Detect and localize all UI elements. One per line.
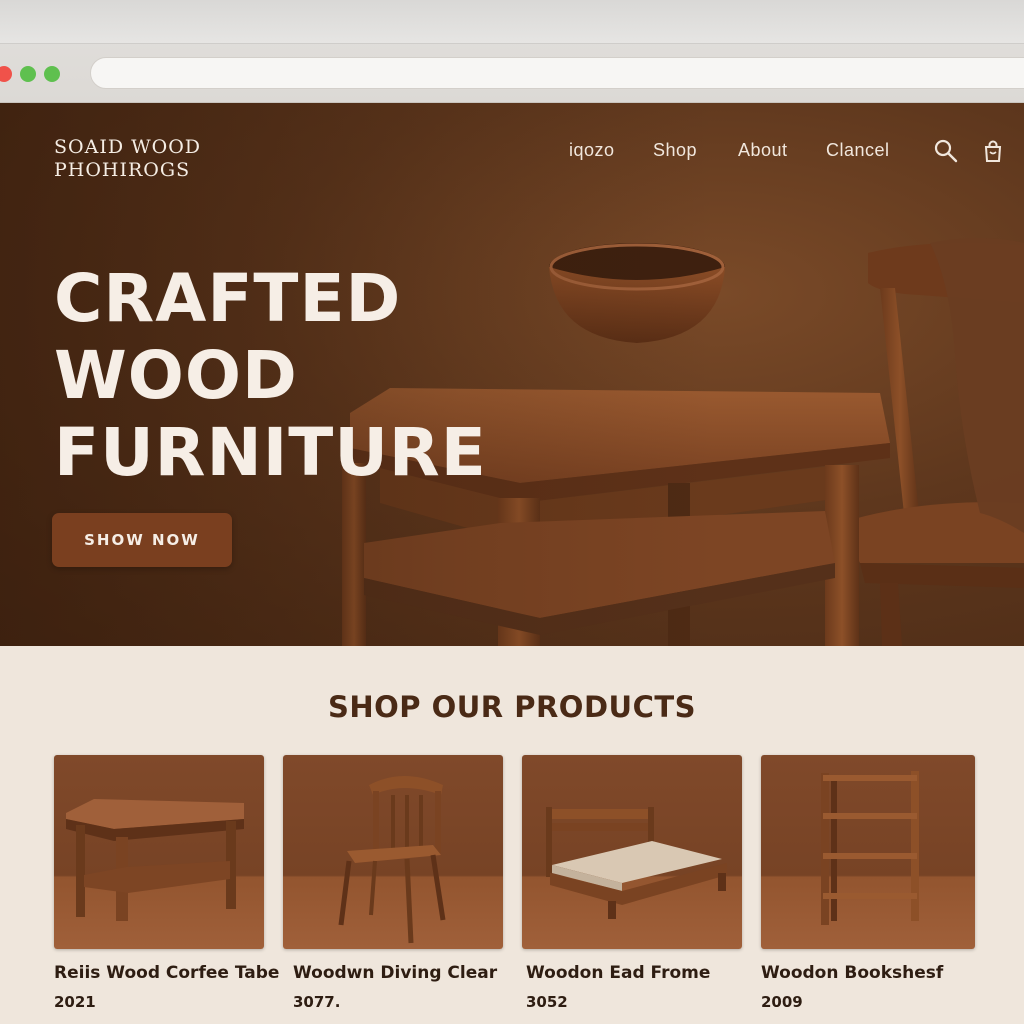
- bookshelf-image: [821, 771, 919, 925]
- nav-link-4[interactable]: Clancel: [826, 140, 890, 161]
- brand-line-1: SOAID WOOD: [54, 136, 202, 158]
- product-name-2[interactable]: Woodwn Diving Clear: [293, 963, 497, 983]
- product-price-2: 3077.: [293, 993, 341, 1011]
- nav-link-1[interactable]: iqozo: [569, 140, 615, 161]
- nav-link-shop[interactable]: Shop: [653, 140, 697, 161]
- close-window-button[interactable]: [0, 66, 12, 82]
- hero-title-line-1: CRAFTED: [54, 260, 402, 337]
- coffee-table-image: [66, 799, 244, 921]
- brand-line-2: PHOHIROGS: [54, 159, 191, 181]
- hero-section: SOAID WOOD PHOHIROGS iqozo Shop About Cl…: [0, 103, 1024, 646]
- brand-logo[interactable]: SOAID WOOD PHOHIROGS: [54, 136, 201, 182]
- product-price-4: 2009: [761, 993, 803, 1011]
- products-section-title: SHOP OUR PRODUCTS: [327, 690, 697, 724]
- product-name-3[interactable]: Woodon Ead Frome: [526, 963, 710, 983]
- product-card-coffee-table[interactable]: [54, 755, 264, 949]
- hero-title-line-2: WOOD: [54, 337, 298, 414]
- hero-title: CRAFTED WOOD FURNITURE: [54, 260, 487, 491]
- bed-frame-image: [546, 807, 727, 919]
- product-name-1[interactable]: Reiis Wood Corfee Tabe: [54, 963, 279, 983]
- shopping-bag-icon[interactable]: [980, 138, 1006, 164]
- dining-chair-image: [338, 776, 446, 944]
- minimize-window-button[interactable]: [20, 66, 36, 82]
- shop-now-button[interactable]: SHOW NOW: [52, 513, 232, 567]
- product-card-dining-chair[interactable]: [283, 755, 503, 949]
- browser-title-bar: [0, 0, 1024, 44]
- maximize-window-button[interactable]: [44, 66, 60, 82]
- address-bar[interactable]: [90, 57, 1024, 89]
- product-card-bed-frame[interactable]: [522, 755, 742, 949]
- product-price-3: 3052: [526, 993, 568, 1011]
- nav-link-about[interactable]: About: [738, 140, 788, 161]
- product-card-bookshelf[interactable]: [761, 755, 975, 949]
- search-icon[interactable]: [933, 138, 959, 164]
- browser-chrome: [0, 0, 1024, 103]
- product-price-1: 2021: [54, 993, 96, 1011]
- hero-title-line-3: FURNITURE: [54, 414, 487, 491]
- product-name-4[interactable]: Woodon Bookshesf: [761, 963, 943, 983]
